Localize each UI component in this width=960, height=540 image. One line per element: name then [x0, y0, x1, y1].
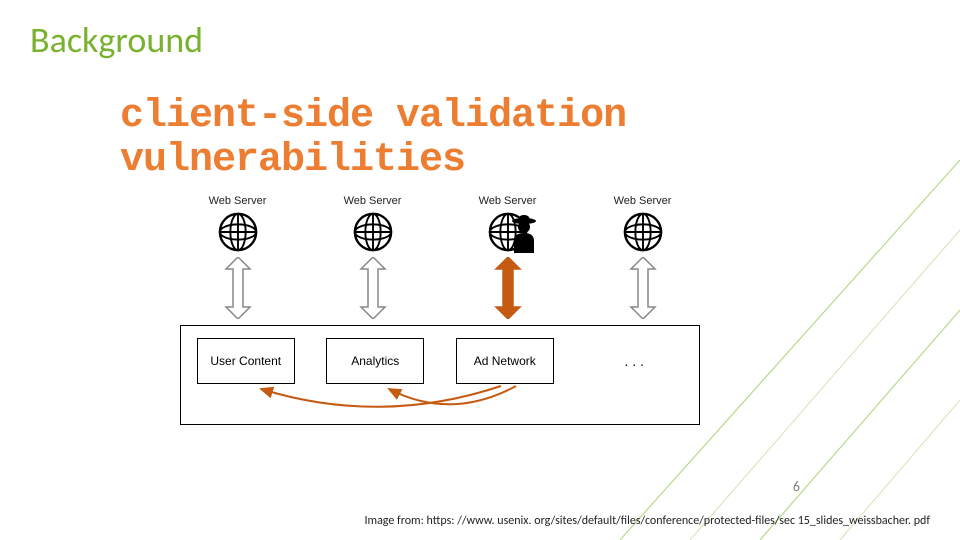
- slide: Background client-side validation vulner…: [0, 0, 960, 540]
- globe-icon: [217, 211, 259, 253]
- server-1-label: Web Server: [209, 195, 267, 207]
- attack-curves: [181, 381, 701, 426]
- double-arrow-icon: [222, 257, 254, 319]
- server-4-label: Web Server: [614, 195, 672, 207]
- server-3-malicious: Web Server: [453, 195, 563, 253]
- client-box: User Content Analytics Ad Network . . .: [180, 325, 700, 425]
- module-ad-network: Ad Network: [456, 338, 554, 384]
- module-ellipsis: . . .: [585, 338, 683, 384]
- globe-icon: [622, 211, 664, 253]
- module-analytics: Analytics: [326, 338, 424, 384]
- double-arrow-attack-icon: [492, 257, 524, 319]
- diagram: Web Server Web Server: [170, 195, 710, 435]
- slide-subtitle: client-side validation vulnerabilities: [120, 95, 626, 183]
- double-arrow-icon: [627, 257, 659, 319]
- image-credit: Image from: https: //www. usenix. org/si…: [364, 514, 930, 528]
- module-row: User Content Analytics Ad Network . . .: [181, 338, 699, 384]
- subtitle-line-2: vulnerabilities: [120, 138, 465, 183]
- page-number: 6: [793, 478, 800, 495]
- server-2-label: Web Server: [344, 195, 402, 207]
- server-4: Web Server: [588, 195, 698, 253]
- server-row: Web Server Web Server: [170, 195, 710, 253]
- server-1: Web Server: [183, 195, 293, 253]
- slide-title: Background: [30, 18, 203, 62]
- module-user-content: User Content: [197, 338, 295, 384]
- arrows-row: [170, 257, 710, 319]
- double-arrow-icon: [357, 257, 389, 319]
- server-2: Web Server: [318, 195, 428, 253]
- globe-icon: [352, 211, 394, 253]
- subtitle-line-1: client-side validation: [120, 94, 626, 139]
- spy-icon: [509, 213, 539, 255]
- server-3-label: Web Server: [479, 195, 537, 207]
